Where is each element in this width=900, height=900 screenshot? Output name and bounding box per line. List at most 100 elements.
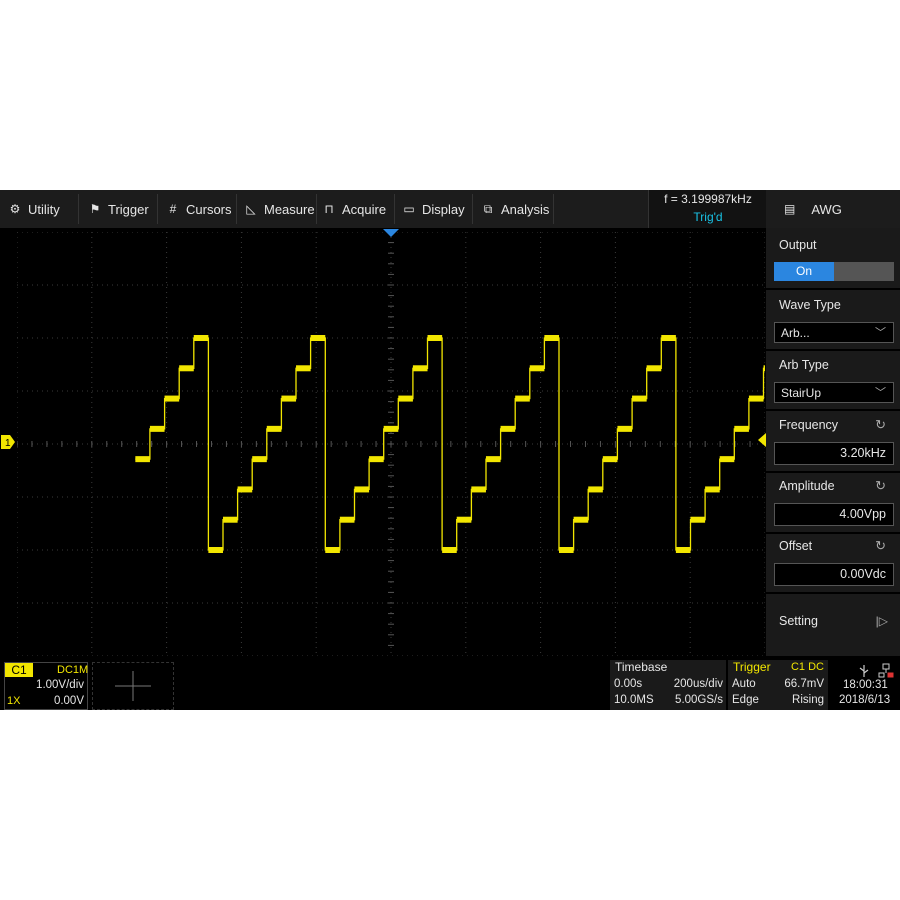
awg-panel: Output On Wave Type Arb... ﹀ Arb Type St… xyxy=(766,228,900,656)
awg-header[interactable]: ▤ AWG xyxy=(766,190,900,228)
channel1-tag: C1 xyxy=(5,663,33,677)
svg-text:1: 1 xyxy=(5,438,11,449)
acquire-icon: ⊓ xyxy=(324,202,334,216)
monitor-icon: ▭ xyxy=(403,202,415,216)
waveform-step xyxy=(310,335,326,341)
channel1-info[interactable]: C1 DC1M 1.00V/div 1X 0.00V xyxy=(4,662,88,710)
next-page-icon: |▷ xyxy=(875,614,888,628)
waveform-step xyxy=(398,395,413,402)
waveform-step xyxy=(296,365,311,372)
document-icon: ▤ xyxy=(784,202,796,216)
arb-type-select[interactable]: StairUp ﹀ xyxy=(774,382,894,403)
timebase-scale: 200us/div xyxy=(673,678,723,690)
trigger-level-marker[interactable] xyxy=(758,433,766,447)
timebase-info[interactable]: Timebase 0.00s 200us/div 10.0MS 5.00GS/s xyxy=(610,660,726,710)
frequency-label: Frequency xyxy=(779,418,839,432)
waveform-step xyxy=(632,395,647,402)
menu-measure[interactable]: ◺ Measure xyxy=(244,190,314,228)
trigger-type: Edge xyxy=(732,694,759,706)
waveform-step xyxy=(222,516,238,523)
flag-icon: ⚑ xyxy=(89,202,101,216)
ruler-icon: ◺ xyxy=(246,202,256,216)
waveform-step xyxy=(705,486,720,493)
refresh-icon[interactable]: ↻ xyxy=(875,538,886,554)
waveform-step xyxy=(179,365,194,372)
menu-display[interactable]: ▭ Display xyxy=(402,190,464,228)
waveform-step xyxy=(719,456,735,463)
menu-trigger[interactable]: ⚑ Trigger xyxy=(88,190,149,228)
waveform-step xyxy=(763,365,765,372)
refresh-icon[interactable]: ↻ xyxy=(875,478,886,494)
waveform-step xyxy=(383,425,399,432)
trigger-title: Trigger xyxy=(733,660,771,674)
awg-title: AWG xyxy=(811,201,842,217)
channel1-offset-marker[interactable]: 1 xyxy=(1,435,15,449)
waveform-step xyxy=(748,395,764,402)
usb-icon xyxy=(859,665,869,677)
waveform-step xyxy=(442,547,457,553)
trigger-source: C1 DC xyxy=(790,661,824,673)
waveform-step xyxy=(471,486,486,493)
waveform-step xyxy=(135,456,150,463)
waveform-step xyxy=(456,516,472,523)
menu-bar: ⚙ Utility ⚑ Trigger # Cursors ◺ Measure … xyxy=(0,190,767,228)
waveform-step xyxy=(412,365,428,372)
waveform-step xyxy=(573,516,589,523)
trigger-mode: Auto xyxy=(732,678,756,690)
waveform-step xyxy=(690,516,706,523)
frequency-readout: f = 3.199987kHz xyxy=(664,192,752,206)
setting-button[interactable]: Setting |▷ xyxy=(766,606,900,656)
waveform-step xyxy=(529,365,545,372)
waveform-step xyxy=(602,456,618,463)
waveform-step xyxy=(193,335,209,341)
clock-date: 2018/6/13 xyxy=(839,694,891,706)
waveform-step xyxy=(559,547,574,553)
waveform-step xyxy=(646,365,662,372)
offset-field[interactable]: 0.00Vdc xyxy=(774,563,894,586)
menu-analysis[interactable]: ⧉ Analysis xyxy=(481,190,550,228)
waveform-step xyxy=(266,425,282,432)
waveform-step xyxy=(617,425,633,432)
output-toggle[interactable]: On xyxy=(774,262,894,281)
trigger-info[interactable]: Trigger C1 DC Auto 66.7mV Edge Rising xyxy=(728,660,828,710)
waveform-step xyxy=(588,486,603,493)
timebase-delay: 0.00s xyxy=(614,678,643,690)
chevron-down-icon: ﹀ xyxy=(875,327,886,339)
waveform-step xyxy=(515,395,530,402)
amplitude-field[interactable]: 4.00Vpp xyxy=(774,503,894,526)
trigger-position-marker[interactable] xyxy=(383,229,399,237)
status-bar: C1 DC1M 1.00V/div 1X 0.00V Timebase 0.00… xyxy=(0,658,900,710)
offset-label: Offset xyxy=(779,539,813,553)
menu-cursors[interactable]: # Cursors xyxy=(166,190,232,228)
waveform-step xyxy=(164,395,180,402)
timebase-title: Timebase xyxy=(615,660,668,674)
plus-icon xyxy=(115,671,151,701)
waveform-step xyxy=(485,456,501,463)
channel1-scale: 1.00V/div xyxy=(36,679,84,691)
frequency-field[interactable]: 3.20kHz xyxy=(774,442,894,465)
channel1-probe: 1X xyxy=(7,695,21,707)
waveform-step xyxy=(500,425,516,432)
trigger-status: Trig'd xyxy=(693,210,723,224)
analysis-icon: ⧉ xyxy=(483,201,493,216)
waveform-grid[interactable] xyxy=(17,232,765,656)
refresh-icon[interactable]: ↻ xyxy=(875,417,886,433)
waveform-step xyxy=(354,486,370,493)
trigger-slope: Rising xyxy=(792,694,824,706)
frequency-counter: f = 3.199987kHz Trig'd xyxy=(648,190,767,228)
add-channel-slot[interactable] xyxy=(92,662,174,710)
channel1-coupling: DC1M xyxy=(57,664,89,676)
gear-icon: ⚙ xyxy=(9,202,21,216)
memory-depth: 10.0MS xyxy=(614,694,654,706)
channel1-offset: 0.00V xyxy=(53,695,84,707)
waveform-step xyxy=(675,547,691,553)
wave-type-select[interactable]: Arb... ﹀ xyxy=(774,322,894,343)
waveform-step xyxy=(252,456,267,463)
waveform-step xyxy=(427,335,443,341)
arb-type-label: Arb Type xyxy=(779,358,829,372)
waveform-step xyxy=(208,547,223,553)
menu-utility[interactable]: ⚙ Utility xyxy=(8,190,60,228)
menu-acquire[interactable]: ⊓ Acquire xyxy=(322,190,386,228)
clock-time: 18:00:31 xyxy=(843,679,888,691)
trigger-level: 66.7mV xyxy=(784,678,824,690)
